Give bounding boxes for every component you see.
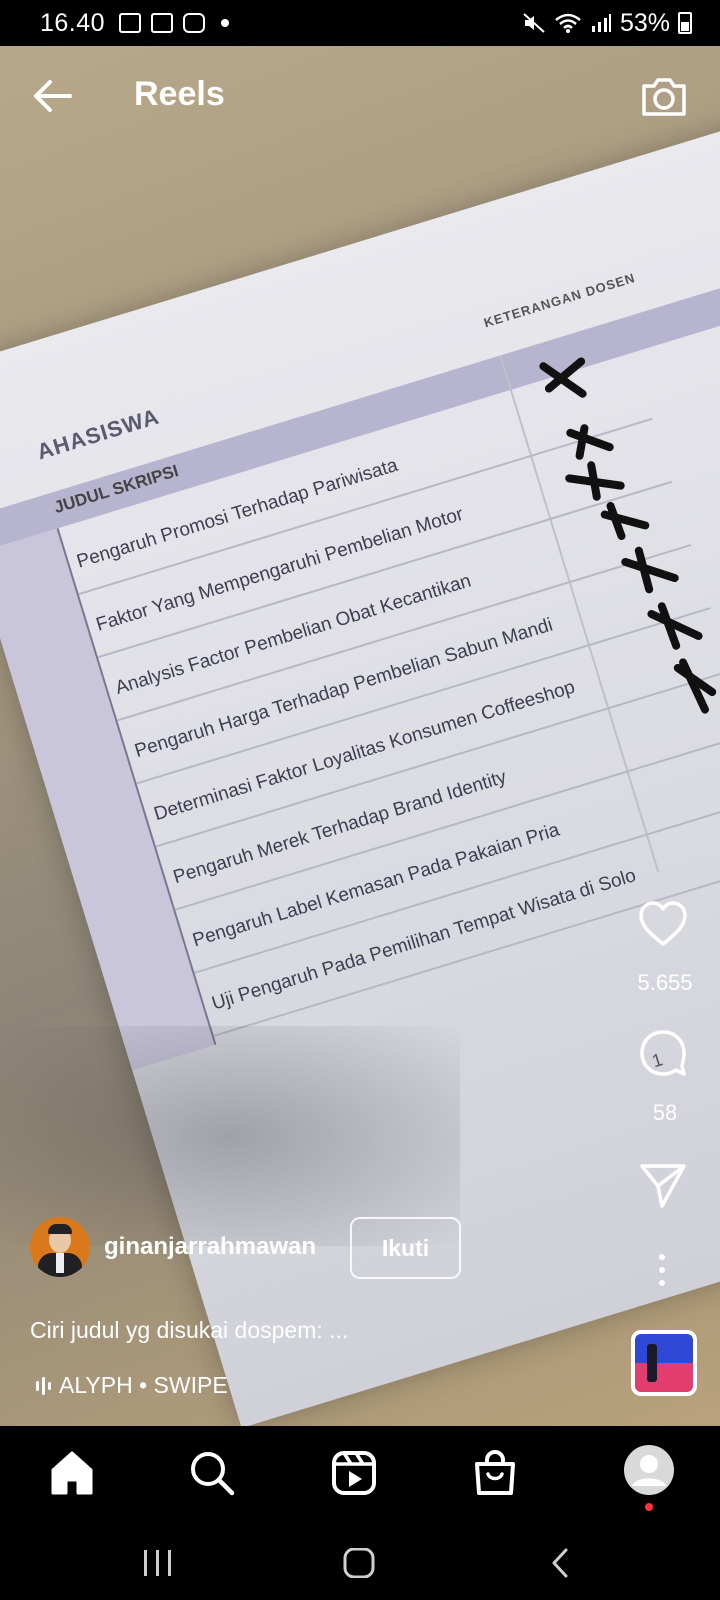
nav-search[interactable]: [187, 1448, 237, 1498]
more-vertical-icon: [659, 1254, 665, 1286]
avatar-shirt: [56, 1253, 64, 1273]
send-icon: [640, 1164, 686, 1208]
shop-icon: [475, 1449, 515, 1495]
home-circle-icon: [343, 1548, 375, 1578]
status-bar: 16.40 53%: [0, 0, 720, 46]
home-icon: [51, 1451, 93, 1495]
arrow-left-icon: [34, 80, 72, 112]
avatar[interactable]: [30, 1217, 90, 1277]
nav-reels[interactable]: [329, 1448, 379, 1498]
system-back-button[interactable]: [542, 1548, 582, 1578]
reels-icon: [332, 1451, 376, 1495]
bottom-nav: [0, 1426, 720, 1526]
more-options-button[interactable]: [650, 1252, 674, 1288]
comment-icon: [640, 1030, 686, 1076]
page-title: Reels: [134, 75, 225, 113]
back-icon: [552, 1548, 568, 1578]
comment-button[interactable]: [638, 1028, 688, 1078]
paper-heading: AHASISWA: [33, 403, 163, 465]
profile-icon: [624, 1445, 674, 1495]
audio-thumbnail-art: [647, 1344, 657, 1382]
camera-button[interactable]: [640, 74, 688, 118]
news-icon: [151, 13, 174, 33]
recents-icon: [144, 1550, 171, 1576]
system-nav: [0, 1526, 720, 1600]
follow-button[interactable]: Ikuti: [350, 1217, 461, 1279]
battery-text: 53%: [619, 8, 670, 37]
caption[interactable]: Ciri judul yg disukai dospem: ...: [30, 1317, 348, 1344]
nav-profile[interactable]: [623, 1444, 675, 1496]
like-button[interactable]: [638, 900, 688, 950]
video-shadow: [0, 1026, 460, 1246]
profile-notification-dot: [645, 1503, 653, 1511]
recents-button[interactable]: [138, 1548, 178, 1578]
share-button[interactable]: [638, 1160, 688, 1210]
audio-wave-icon: [36, 1376, 51, 1396]
mute-icon: [523, 13, 545, 33]
nav-home[interactable]: [47, 1448, 97, 1498]
wifi-icon: [555, 13, 581, 33]
instagram-icon: [183, 13, 206, 33]
back-button[interactable]: [30, 74, 74, 118]
username[interactable]: ginanjarrahmawan: [104, 1233, 316, 1261]
audio-thumbnail[interactable]: [631, 1330, 697, 1396]
system-home-button[interactable]: [338, 1548, 378, 1578]
nav-shop[interactable]: [470, 1448, 520, 1498]
gallery-icon: [119, 13, 142, 33]
audio-info[interactable]: ALYPH • SWIPE: [36, 1372, 228, 1399]
camera-icon: [642, 78, 686, 116]
comment-count: 58: [652, 1100, 678, 1125]
notification-dot: [221, 19, 230, 27]
heart-icon: [639, 901, 687, 946]
status-time: 16.40: [40, 8, 106, 37]
search-icon: [191, 1452, 235, 1496]
audio-label: ALYPH • SWIPE: [59, 1372, 228, 1398]
like-count: 5.655: [637, 970, 693, 995]
avatar-hair: [48, 1224, 72, 1234]
battery-icon: [678, 12, 692, 34]
signal-icon: [591, 14, 611, 32]
